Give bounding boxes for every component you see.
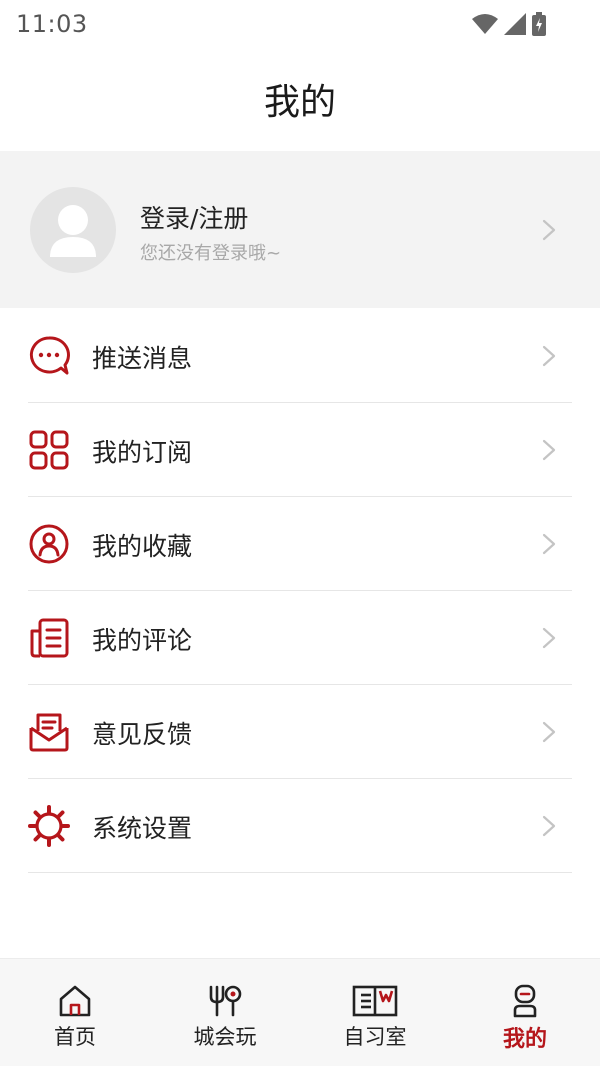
menu-item-push-messages[interactable]: 推送消息: [0, 309, 600, 403]
signal-icon: [504, 13, 526, 35]
avatar[interactable]: [30, 187, 116, 273]
profile-icon: [513, 984, 537, 1018]
chat-bubble-icon: [29, 336, 70, 375]
profile-name[interactable]: 登录/注册: [140, 199, 248, 235]
menu-label: 系统设置: [92, 814, 193, 843]
tab-mine[interactable]: 我的: [450, 959, 600, 1066]
menu-item-favorites[interactable]: 我的收藏: [0, 497, 600, 591]
wifi-icon: [472, 14, 498, 34]
chevron-right-icon: [542, 533, 556, 555]
tab-city-fun[interactable]: 城会玩: [150, 959, 300, 1066]
chevron-right-icon: [542, 721, 556, 743]
chevron-right-icon: [542, 627, 556, 649]
fork-spoon-icon: [209, 985, 242, 1017]
chevron-right-icon: [542, 815, 556, 837]
divider: [28, 872, 572, 873]
document-icon: [30, 618, 69, 658]
title-bar: 我的: [0, 48, 600, 150]
tab-study-room[interactable]: 自习室: [300, 959, 450, 1066]
chevron-right-icon: [542, 219, 556, 241]
menu-label: 我的收藏: [92, 532, 193, 561]
menu-label: 我的评论: [92, 626, 193, 655]
profile-subtitle: 您还没有登录哦~: [140, 243, 282, 264]
chevron-right-icon: [542, 345, 556, 367]
menu-item-feedback[interactable]: 意见反馈: [0, 685, 600, 779]
settings-menu: 推送消息 我的订阅 我的收藏 我的评论 意见反馈 系统设置: [0, 309, 600, 873]
menu-item-comments[interactable]: 我的评论: [0, 591, 600, 685]
tab-label: 首页: [54, 1025, 96, 1049]
menu-label: 意见反馈: [92, 720, 193, 749]
screen: 11:03 我的 登录/注册 您还没有登录哦~ 推送消息 我的订阅 我的收藏 我…: [0, 0, 600, 1066]
home-icon: [59, 985, 91, 1017]
status-icons: [472, 12, 546, 36]
avatar-placeholder-icon: [50, 205, 96, 257]
menu-label: 推送消息: [92, 344, 193, 373]
menu-item-subscriptions[interactable]: 我的订阅: [0, 403, 600, 497]
grid-icon: [29, 430, 69, 470]
gear-icon: [28, 805, 70, 847]
page-title: 我的: [263, 82, 336, 123]
chevron-right-icon: [542, 439, 556, 461]
tab-home[interactable]: 首页: [0, 959, 150, 1066]
mail-icon: [29, 713, 69, 752]
tab-label: 城会玩: [193, 1025, 257, 1049]
book-icon: [352, 985, 398, 1017]
login-register-card[interactable]: 登录/注册 您还没有登录哦~: [0, 151, 600, 308]
status-time: 11:03: [16, 10, 88, 38]
status-bar: 11:03: [0, 0, 600, 48]
menu-item-system-settings[interactable]: 系统设置: [0, 779, 600, 873]
person-circle-icon: [29, 524, 69, 564]
bottom-tab-bar: 首页 城会玩 自习室 我的: [0, 958, 600, 1066]
menu-label: 我的订阅: [92, 438, 193, 467]
tab-label: 我的: [502, 1027, 547, 1052]
tab-label: 自习室: [343, 1025, 407, 1049]
battery-icon: [532, 12, 546, 36]
